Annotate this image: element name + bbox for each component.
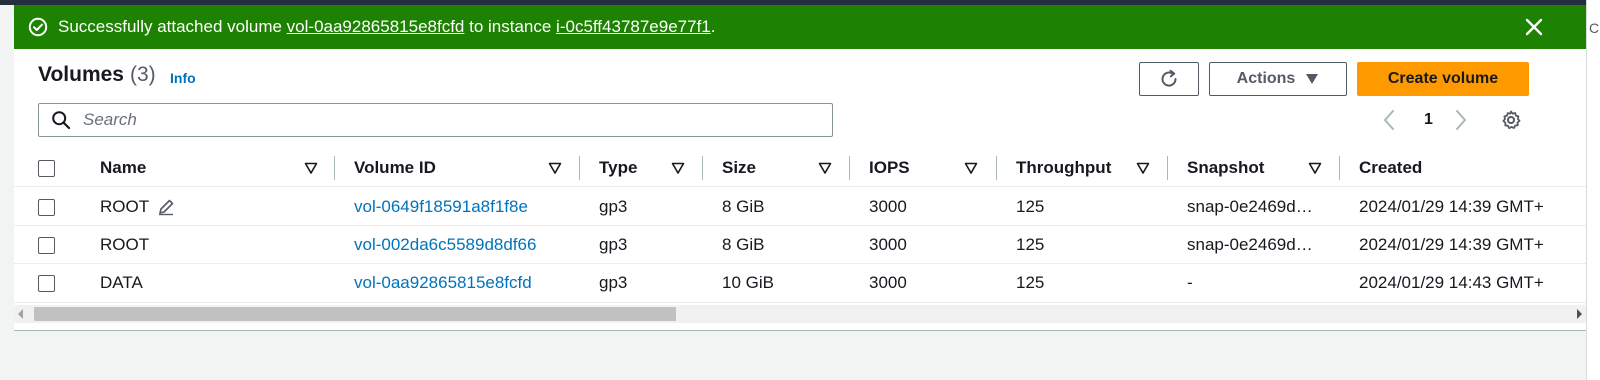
preferences-button[interactable] [1500,107,1524,133]
row-select-cell [38,226,55,264]
chevron-left-icon [1382,109,1396,131]
name-cell: DATA [100,273,143,292]
sort-icon[interactable] [1308,161,1322,175]
volume-id-link[interactable]: vol-002da6c5589d8df66 [354,235,536,255]
search-icon [51,110,71,130]
sort-icon[interactable] [1136,161,1150,175]
table-row[interactable]: ROOT vol-002da6c5589d8df66 gp3 8 GiB 300… [14,226,1586,264]
column-header-name[interactable]: Name [100,149,146,187]
throughput-cell: 125 [1016,273,1045,292]
search-input[interactable] [81,109,781,131]
gear-icon [1500,109,1522,131]
sort-icon[interactable] [304,161,318,175]
volume-id-link[interactable]: vol-0aa92865815e8fcfd [354,273,532,293]
scroll-left-arrow-icon[interactable] [18,309,23,319]
scrollbar-thumb[interactable] [34,307,676,321]
close-icon[interactable] [1522,15,1546,39]
column-header-snapshot[interactable]: Snapshot [1187,149,1264,187]
search-field[interactable] [38,103,833,137]
info-link[interactable]: Info [170,70,196,86]
size-cell: 8 GiB [722,235,765,254]
throughput-cell: 125 [1016,197,1045,216]
actions-label: Actions [1236,70,1296,87]
column-resizer[interactable] [1339,156,1340,180]
volume-id-cell: vol-0649f18591a8f1f8e [354,188,528,226]
table-row[interactable]: ROOT vol-0649f18591a8f1f8e gp3 8 GiB 300… [14,188,1586,226]
table-row[interactable]: DATA vol-0aa92865815e8fcfd gp3 10 GiB 30… [14,264,1586,303]
sort-icon[interactable] [671,161,685,175]
type-cell: gp3 [599,235,628,254]
pencil-edit-icon[interactable] [157,198,175,216]
column-resizer[interactable] [1167,156,1168,180]
iops-cell: 3000 [869,273,907,292]
flash-volume-link[interactable]: vol-0aa92865815e8fcfd [287,17,465,37]
name-cell: ROOT [100,188,175,226]
refresh-icon [1158,68,1180,90]
flash-instance-link[interactable]: i-0c5ff43787e9e77f1 [556,17,711,37]
column-header-volume-id[interactable]: Volume ID [354,149,436,187]
check-circle-icon [28,17,48,37]
row-checkbox[interactable] [38,274,55,292]
volume-id-cell: vol-002da6c5589d8df66 [354,226,536,264]
edge-char: C [1589,20,1600,36]
column-header-created[interactable]: Created [1359,149,1422,187]
volume-name: ROOT [100,197,150,216]
column-resizer[interactable] [996,156,997,180]
snapshot-cell: snap-0e2469d… [1187,197,1313,216]
select-all-cell [38,149,55,187]
column-header-type[interactable]: Type [599,149,637,187]
snapshot-cell: snap-0e2469d… [1187,235,1313,254]
column-header-iops[interactable]: IOPS [869,149,910,187]
sort-icon[interactable] [964,161,978,175]
iops-cell: 3000 [869,235,907,254]
chevron-right-icon [1454,109,1468,131]
actions-dropdown-button[interactable]: Actions [1209,62,1347,96]
create-volume-button[interactable]: Create volume [1357,62,1529,96]
row-checkbox[interactable] [38,198,55,216]
page-title: Volumes (3) [38,63,156,87]
row-checkbox[interactable] [38,236,55,254]
created-cell: 2024/01/29 14:43 GMT+ [1359,273,1544,292]
flash-text-middle: to instance [464,17,557,36]
volume-id-link[interactable]: vol-0649f18591a8f1f8e [354,197,528,217]
type-cell: gp3 [599,273,628,292]
created-cell: 2024/01/29 14:39 GMT+ [1359,197,1544,216]
next-page-button[interactable] [1454,107,1474,133]
caret-down-icon [1305,73,1319,85]
row-select-cell [38,264,55,302]
scroll-right-arrow-icon[interactable] [1577,309,1582,319]
current-page-number[interactable]: 1 [1424,107,1433,133]
size-cell: 8 GiB [722,197,765,216]
name-cell: ROOT [100,235,150,254]
flash-text-prefix: Successfully attached volume [58,17,287,36]
volume-count: (3) [129,63,156,86]
table-header: Name Volume ID Type Size IOPS Throughput… [14,149,1586,187]
success-flash-banner: Successfully attached volume vol-0aa9286… [14,5,1586,49]
previous-page-button[interactable] [1382,107,1402,133]
column-resizer[interactable] [849,156,850,180]
select-all-checkbox[interactable] [38,159,55,177]
page-title-text: Volumes [38,63,124,86]
throughput-cell: 125 [1016,235,1045,254]
column-resizer[interactable] [334,156,335,180]
sort-icon[interactable] [548,161,562,175]
flash-text-suffix: . [710,17,716,36]
refresh-button[interactable] [1139,62,1199,96]
created-cell: 2024/01/29 14:39 GMT+ [1359,235,1544,254]
column-header-throughput[interactable]: Throughput [1016,149,1111,187]
right-edge-panel: C [1586,0,1600,380]
sort-icon[interactable] [818,161,832,175]
horizontal-scrollbar[interactable] [14,305,1586,323]
row-select-cell [38,188,55,226]
snapshot-cell: - [1187,273,1193,292]
size-cell: 10 GiB [722,273,774,292]
iops-cell: 3000 [869,197,907,216]
column-header-size[interactable]: Size [722,149,756,187]
volume-id-cell: vol-0aa92865815e8fcfd [354,264,532,302]
column-resizer[interactable] [579,156,580,180]
volumes-panel: Volumes(3) Info Actions Create volume 1 [14,49,1586,331]
type-cell: gp3 [599,197,628,216]
column-resizer[interactable] [702,156,703,180]
